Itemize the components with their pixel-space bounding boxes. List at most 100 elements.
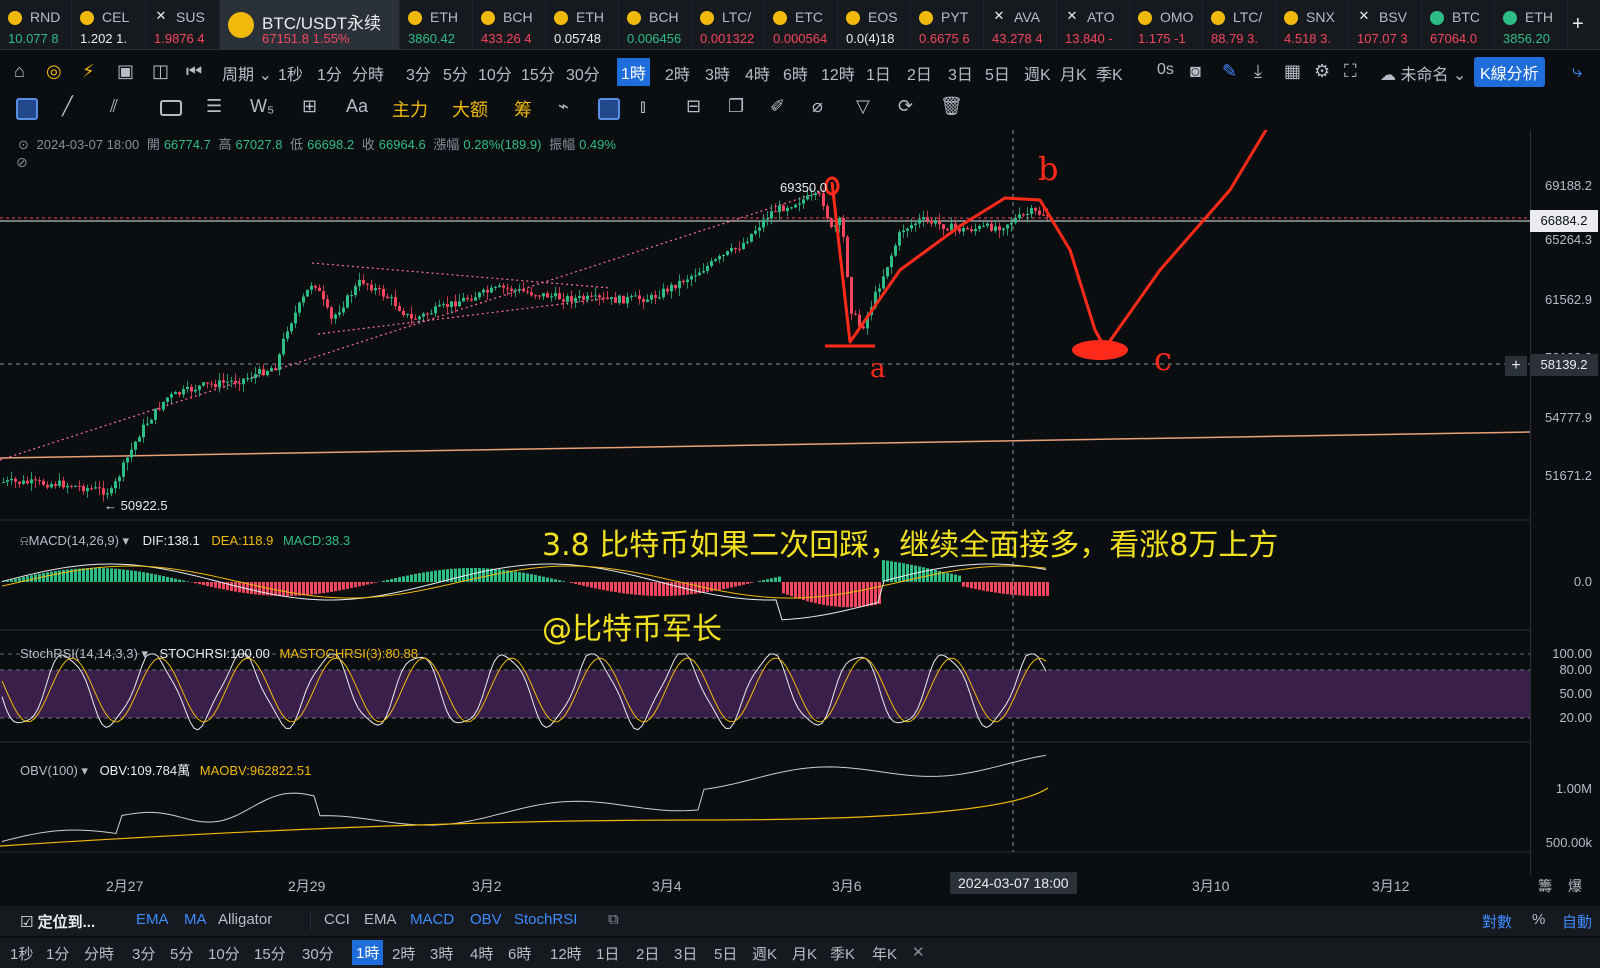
- brush-tool-icon[interactable]: [598, 98, 620, 120]
- timeframe-0[interactable]: 1秒: [278, 61, 303, 85]
- timeframe-14[interactable]: 1日: [866, 61, 891, 85]
- bottom-timeframe-20[interactable]: 季K: [830, 943, 855, 964]
- indicator-toggle-3[interactable]: CCI: [324, 911, 350, 928]
- timeframe-7[interactable]: 30分: [566, 61, 600, 85]
- camera-icon[interactable]: ◙: [1190, 61, 1201, 82]
- rewind-icon[interactable]: ⏮: [186, 61, 202, 82]
- lightning-icon[interactable]: ⚡: [82, 61, 95, 82]
- pen-icon[interactable]: ✎: [1222, 61, 1237, 82]
- timeframe-9[interactable]: 2時: [665, 61, 690, 85]
- close-icon[interactable]: ✕: [912, 943, 925, 961]
- ticker-item[interactable]: ✕ AVA 43.278 4: [984, 0, 1057, 50]
- ticker-item[interactable]: ETH 0.05748: [546, 0, 619, 50]
- crosshair-tool-icon[interactable]: [16, 98, 38, 120]
- ticker-item[interactable]: ETH 3856.20: [1495, 0, 1568, 50]
- timeframe-3[interactable]: 3分: [406, 61, 431, 85]
- bottom-timeframe-21[interactable]: 年K: [872, 943, 897, 964]
- ticker-item[interactable]: ✕ BSV 107.07 3: [1349, 0, 1422, 50]
- settings-circle-icon[interactable]: ⊘: [16, 154, 28, 171]
- ticker-item[interactable]: EOS 0.0(4)18: [838, 0, 911, 50]
- timeframe-15[interactable]: 2日: [907, 61, 932, 85]
- text-tool[interactable]: Aa: [346, 96, 368, 117]
- indicator-toggle-4[interactable]: EMA: [364, 911, 397, 928]
- fullscreen-icon[interactable]: ⛶: [1344, 61, 1357, 82]
- bottom-timeframe-13[interactable]: 12時: [550, 943, 582, 964]
- ticker-item[interactable]: LTC/0.001322: [692, 0, 765, 50]
- timeframe-17[interactable]: 5日: [985, 61, 1010, 85]
- bottom-timeframe-15[interactable]: 2日: [636, 943, 659, 964]
- magnet-icon[interactable]: ⌀: [812, 96, 823, 117]
- timeframe-8[interactable]: 1時: [617, 58, 650, 86]
- layout-name-dropdown[interactable]: ☁ 未命名 ⌄: [1380, 61, 1466, 85]
- export-icon[interactable]: ⤓: [1254, 61, 1262, 82]
- bottom-timeframe-9[interactable]: 2時: [392, 943, 415, 964]
- chart-type-icon[interactable]: ⌂: [14, 61, 25, 82]
- timeframe-10[interactable]: 3時: [705, 61, 730, 85]
- bottom-timeframe-7[interactable]: 30分: [302, 943, 334, 964]
- ticker-item[interactable]: OMO 1.175 -1: [1130, 0, 1203, 50]
- ticker-item[interactable]: LTC/88.79 3.: [1203, 0, 1276, 50]
- big-order-button[interactable]: 大额: [452, 96, 488, 122]
- bottom-timeframe-6[interactable]: 15分: [254, 943, 286, 964]
- edit-indicators-icon[interactable]: ⧉: [608, 911, 619, 928]
- bottom-timeframe-1[interactable]: 1分: [46, 943, 69, 964]
- bottom-timeframe-2[interactable]: 分時: [84, 943, 114, 964]
- ticker-item[interactable]: ✕ ATO 13.840 -: [1057, 0, 1130, 50]
- add-ticker-icon[interactable]: +: [1568, 0, 1590, 50]
- indicator-toggle-6[interactable]: OBV: [470, 911, 502, 928]
- layout-icon[interactable]: ◫: [152, 61, 169, 82]
- rectangle-tool-icon[interactable]: [160, 100, 182, 116]
- main-force-button[interactable]: 主力: [392, 96, 428, 122]
- ticker-item[interactable]: BCH 0.006456: [619, 0, 692, 50]
- calculator-icon[interactable]: ▦: [1284, 61, 1301, 82]
- bottom-timeframe-11[interactable]: 4時: [470, 943, 493, 964]
- bottom-timeframe-3[interactable]: 3分: [132, 943, 155, 964]
- bottom-timeframe-8[interactable]: 1時: [352, 940, 384, 965]
- ticker-item[interactable]: ETH 3860.42: [400, 0, 473, 50]
- copy-icon[interactable]: ❐: [728, 96, 744, 117]
- ticker-item[interactable]: BTC 67064.0: [1422, 0, 1495, 50]
- stochrsi-label[interactable]: StochRSI(14,14,3,3) ▾ STOCHRSI:100.00 MA…: [20, 646, 418, 662]
- timeframe-11[interactable]: 4時: [745, 61, 770, 85]
- bottom-timeframe-0[interactable]: 1秒: [10, 943, 33, 964]
- log-scale-button[interactable]: 對數: [1482, 911, 1512, 932]
- ticker-item[interactable]: PYT 0.6675 6: [911, 0, 984, 50]
- bell-icon[interactable]: ⍾: [20, 533, 29, 548]
- macd-label[interactable]: ⍾MACD(14,26,9) ▾ DIF:138.1 DEA:118.9 MAC…: [20, 533, 350, 549]
- ruler-icon[interactable]: ⌁: [558, 96, 569, 117]
- timeframe-4[interactable]: 5分: [443, 61, 468, 85]
- trash-icon[interactable]: 🗑: [940, 96, 963, 117]
- price-axis[interactable]: 69188.2 65264.3 61562.9 58139.2 54777.9 51671…: [1505, 130, 1600, 875]
- bottom-timeframe-18[interactable]: 週K: [752, 943, 777, 964]
- bottom-timeframe-14[interactable]: 1日: [596, 943, 619, 964]
- auto-scale-button[interactable]: 自動: [1562, 911, 1592, 932]
- bottom-timeframe-16[interactable]: 3日: [674, 943, 697, 964]
- bottom-timeframe-12[interactable]: 6時: [508, 943, 531, 964]
- chip-button[interactable]: 筹: [514, 96, 532, 122]
- bottom-timeframe-17[interactable]: 5日: [714, 943, 737, 964]
- fib-tool-icon[interactable]: ☰: [206, 96, 222, 117]
- gear-icon[interactable]: ⚙: [1314, 61, 1330, 82]
- ticker-item[interactable]: BCH 433.26 4: [473, 0, 546, 50]
- timeframe-12[interactable]: 6時: [783, 61, 808, 85]
- timeframe-13[interactable]: 12時: [821, 61, 855, 85]
- indicator-toggle-7[interactable]: StochRSI: [514, 911, 577, 928]
- collapse-icon[interactable]: ⊙: [18, 137, 29, 152]
- filter-icon[interactable]: ▽: [856, 96, 870, 117]
- indicator-toggle-2[interactable]: Alligator: [218, 911, 272, 928]
- chip-corner-button[interactable]: 籌: [1538, 876, 1552, 896]
- add-alert-icon[interactable]: +: [1505, 356, 1527, 376]
- timeframe-1[interactable]: 1分: [317, 61, 342, 85]
- active-pair-tab[interactable]: BTC/USDT永续 67151.8 1.55%: [220, 0, 400, 50]
- bottom-timeframe-4[interactable]: 5分: [170, 943, 193, 964]
- bottom-timeframe-10[interactable]: 3時: [430, 943, 453, 964]
- ticker-item[interactable]: ETC 0.000564: [765, 0, 838, 50]
- indicator-toggle-0[interactable]: EMA: [136, 911, 169, 928]
- liquidation-corner-button[interactable]: 爆: [1568, 876, 1582, 896]
- obv-label[interactable]: OBV(100) ▾ OBV:109.784萬 MAOBV:962822.51: [20, 760, 311, 779]
- timeframe-18[interactable]: 週K: [1024, 61, 1051, 85]
- period-dropdown[interactable]: 周期 ⌄: [222, 61, 272, 85]
- timeframe-6[interactable]: 15分: [521, 61, 555, 85]
- clock-icon[interactable]: ◎: [46, 61, 62, 82]
- lock-icon[interactable]: ⊟: [686, 96, 701, 117]
